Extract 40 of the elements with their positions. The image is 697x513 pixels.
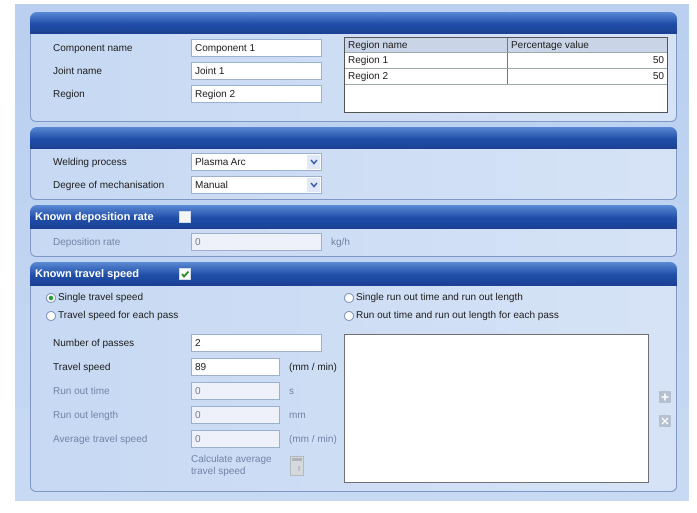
unit-label: (mm / min) — [289, 434, 337, 444]
pass-list[interactable] — [344, 334, 649, 483]
field-label: Average travel speed — [53, 434, 148, 444]
radio-option[interactable]: Single run out time and run out length — [344, 291, 676, 304]
radio-option[interactable]: Run out time and run out length for each pass — [344, 309, 676, 322]
unit-label: kg/h — [331, 236, 350, 248]
field-label: Number of passes — [53, 338, 136, 348]
column-header: Percentage value — [510, 39, 590, 52]
field-label: Component name — [53, 42, 134, 54]
input-field[interactable]: Region 2 — [191, 85, 322, 103]
button-label: Calculate average travel speed — [191, 454, 273, 478]
dropdown[interactable]: Manual — [191, 176, 322, 194]
column-header: Region name — [345, 38, 508, 52]
unit-label: mm — [289, 410, 306, 420]
field-label: Joint name — [53, 66, 103, 76]
field-label: Run out length — [53, 410, 120, 420]
delete-icon[interactable] — [659, 414, 671, 426]
dropdown[interactable]: Plasma Arc — [191, 153, 322, 171]
input-field[interactable]: Component 1 — [191, 39, 322, 57]
field-label: Degree of mechanisation — [53, 180, 166, 190]
input-field[interactable]: Joint 1 — [191, 62, 322, 80]
input-field[interactable]: 89 — [191, 358, 280, 376]
field-label: Welding process — [53, 156, 128, 168]
field-label: Deposition rate — [53, 236, 122, 248]
table-cell-text: 50 — [652, 70, 665, 84]
radio-option[interactable]: Single travel speed — [46, 291, 344, 304]
checkbox[interactable] — [179, 268, 191, 280]
radio-option[interactable]: Travel speed for each pass — [46, 309, 344, 322]
table-cell: Region 1 — [345, 53, 508, 68]
field-label: Travel speed — [53, 362, 112, 372]
unit-label: s — [289, 386, 294, 396]
table-cell-text: 50 — [652, 54, 665, 68]
panel-title: Known travel speed — [35, 268, 140, 280]
input-field[interactable]: 2 — [191, 334, 322, 352]
field-label: Region — [53, 88, 86, 100]
unit-label: (mm / min) — [289, 362, 337, 372]
field-label: Run out time — [53, 386, 111, 396]
table-cell: Region 2 — [345, 69, 508, 84]
checkbox[interactable] — [179, 211, 191, 223]
panel-title: Known deposition rate — [35, 211, 155, 223]
